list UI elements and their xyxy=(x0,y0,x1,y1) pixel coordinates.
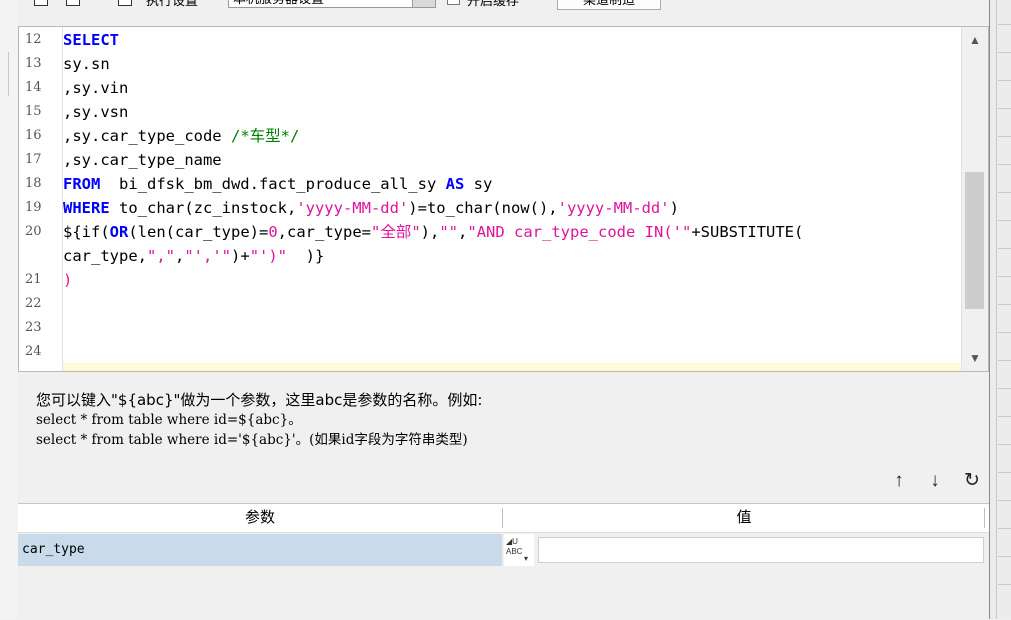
line-number: 22 xyxy=(25,296,42,311)
code-line: ) xyxy=(63,271,73,289)
line-number: 13 xyxy=(25,56,42,71)
column-header-value[interactable]: 值 xyxy=(504,504,984,532)
column-header-param[interactable]: 参数 xyxy=(18,504,502,532)
code-line: ,sy.vin xyxy=(63,79,129,97)
server-select[interactable]: 本机服务器设置 xyxy=(228,0,436,8)
param-name-cell[interactable]: car_type xyxy=(18,534,502,566)
parameter-grid: 参数 值 car_type ◢U ABC ▾ xyxy=(18,503,989,620)
current-line-highlight xyxy=(63,363,962,371)
code-line: sy.sn xyxy=(63,55,110,73)
editor-vertical-scrollbar[interactable]: ▲ ▼ xyxy=(961,27,988,371)
code-line: car_type,",","','")+"')" )} xyxy=(63,247,325,265)
code-area[interactable]: SELECT sy.sn ,sy.vin ,sy.vsn ,sy.car_type_co… xyxy=(63,27,962,371)
code-line: FROM bi_dfsk_bm_dwd.fact_produce_all_sy … xyxy=(63,175,493,193)
code-line: ,sy.car_type_code /*车型*/ xyxy=(63,127,300,145)
line-number: 15 xyxy=(25,104,42,119)
line-number: 18 xyxy=(25,176,42,191)
code-line: ,sy.vsn xyxy=(63,103,129,121)
table-row[interactable]: car_type ◢U ABC ▾ xyxy=(18,534,989,566)
line-number: 14 xyxy=(25,80,42,95)
line-number: 20 xyxy=(25,224,42,239)
code-line: SELECT xyxy=(63,31,119,49)
refresh-icon[interactable]: ↻ xyxy=(961,469,983,493)
help-line-2: select * from table where id=${abc}。 xyxy=(36,412,302,428)
open-icon[interactable] xyxy=(34,0,48,6)
save-icon[interactable] xyxy=(66,0,80,6)
parameter-help-text: 您可以键入"${abc}"做为一个参数，这里abc是参数的名称。例如: sele… xyxy=(36,390,482,450)
right-panel-edge xyxy=(989,0,1011,619)
exec-settings-icon[interactable] xyxy=(118,0,132,6)
scroll-down-icon[interactable]: ▼ xyxy=(962,347,988,369)
left-panel-edge xyxy=(0,0,18,619)
line-number: 16 xyxy=(25,128,42,143)
toolbar: 执行设置 本机服务器设置 开启缓存 渠道制造 xyxy=(0,0,990,10)
open-cache-checkbox[interactable] xyxy=(447,0,460,5)
server-select-arrow-icon[interactable] xyxy=(412,0,436,8)
move-down-icon[interactable]: ↓ xyxy=(924,469,946,493)
line-number: 19 xyxy=(25,200,42,215)
exec-settings-label: 执行设置 xyxy=(146,0,199,8)
remote-button[interactable]: 渠道制造 xyxy=(557,0,661,10)
sql-editor[interactable]: 12 13 14 15 16 17 18 19 20 21 22 23 24 SELECT sy.sn ,s… xyxy=(18,26,989,372)
help-line-3: select * from table where id='${abc}'。(如… xyxy=(36,432,468,448)
code-line: WHERE to_char(zc_instock,'yyyy-MM-dd')=t… xyxy=(63,199,679,217)
line-number: 17 xyxy=(25,152,42,167)
open-cache-label: 开启缓存 xyxy=(467,0,520,8)
line-number: 21 xyxy=(25,272,42,287)
line-number: 24 xyxy=(25,344,42,359)
line-number: 12 xyxy=(25,32,42,47)
help-line-1: 您可以键入"${abc}"做为一个参数，这里abc是参数的名称。例如: xyxy=(36,391,483,409)
grid-header: 参数 值 xyxy=(18,504,989,533)
value-type-icon[interactable]: ◢U ABC ▾ xyxy=(504,534,534,566)
line-number-gutter: 12 13 14 15 16 17 18 19 20 21 22 23 24 xyxy=(19,27,63,371)
line-number: 23 xyxy=(25,320,42,335)
scroll-up-icon[interactable]: ▲ xyxy=(962,29,988,51)
param-value-input[interactable] xyxy=(538,537,984,563)
scrollbar-thumb[interactable] xyxy=(965,172,984,309)
code-line: ${if(OR(len(car_type)=0,car_type="全部"),"… xyxy=(63,223,804,241)
code-line: ,sy.car_type_name xyxy=(63,151,222,169)
move-up-icon[interactable]: ↑ xyxy=(888,469,910,493)
